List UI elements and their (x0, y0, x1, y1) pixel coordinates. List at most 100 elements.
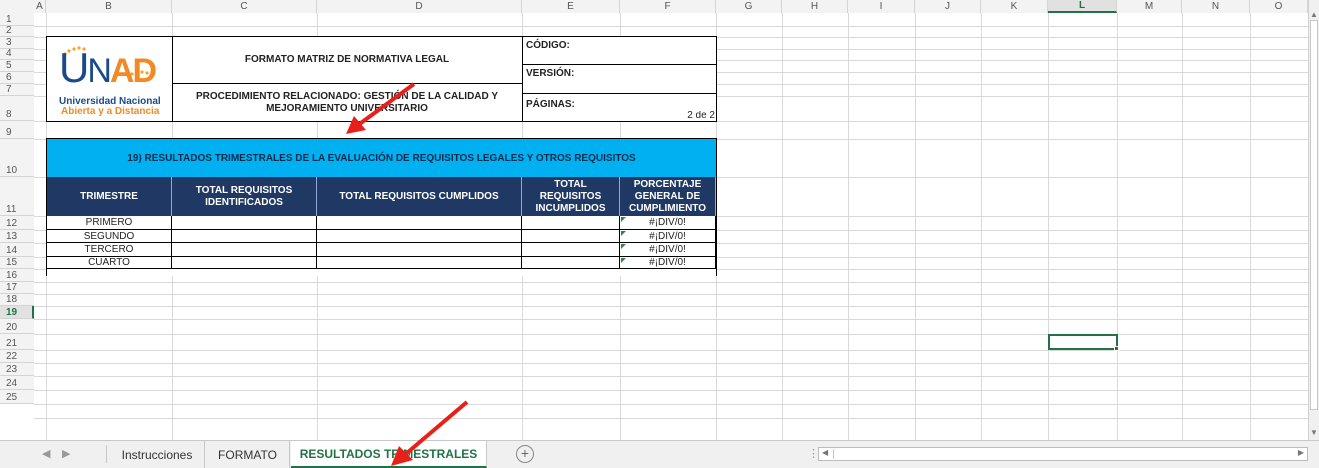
scroll-up-icon[interactable]: ▲ (1310, 10, 1318, 19)
scroll-thumb[interactable] (1310, 20, 1318, 410)
next-sheet-icon[interactable]: ▶ (62, 447, 70, 460)
row-header-16[interactable]: 16 (0, 269, 34, 282)
spreadsheet-grid[interactable]: ABCDEFGHIJKLMNO 1 2 3 4 5 6 7 8 9 10 11 12 13 14 15 16 1… (0, 0, 1319, 440)
column-header-g[interactable]: G (716, 0, 782, 13)
gridline-horizontal (34, 319, 1308, 320)
table-cell-r2-c4[interactable]: #¡DIV/0! (620, 243, 716, 257)
gridline-horizontal (34, 404, 1308, 405)
add-sheet-icon[interactable]: + (516, 445, 534, 463)
row-header-14[interactable]: 14 (0, 243, 34, 257)
table-cell-r2-c1[interactable] (172, 243, 317, 257)
select-all-corner[interactable] (0, 0, 34, 13)
gridline-horizontal (34, 376, 1308, 377)
row-header-13[interactable]: 13 (0, 230, 34, 243)
prev-sheet-icon[interactable]: ◀ (42, 447, 50, 460)
table-cell-r2-c0[interactable]: TERCERO (47, 243, 172, 257)
row-header-4[interactable]: 4 (0, 48, 34, 60)
table-cell-r2-c2[interactable] (317, 243, 522, 257)
row-header-12[interactable]: 12 (0, 216, 34, 230)
sheet-tab-bar: ◀ ▶ Instrucciones FORMATO RESULTADOS TRI… (0, 400, 1319, 468)
table-cell-r3-c4[interactable]: #¡DIV/0! (620, 257, 716, 269)
error-indicator-icon (621, 217, 626, 222)
logo-letters: UNAD (59, 44, 157, 91)
format-title: FORMATO MATRIZ DE NORMATIVA LEGAL (244, 54, 450, 65)
table-cell-r3-c2[interactable] (317, 257, 522, 269)
table-cell-r1-c4[interactable]: #¡DIV/0! (620, 230, 716, 243)
row-header-7[interactable]: 7 (0, 84, 34, 96)
table-cell-r3-c3[interactable] (522, 257, 620, 269)
table-cell-r1-c2[interactable] (317, 230, 522, 243)
row-header-6[interactable]: 6 (0, 72, 34, 84)
table-cell-r0-c1[interactable] (172, 216, 317, 230)
fill-handle[interactable] (1114, 346, 1119, 351)
row-header-8[interactable]: 8 (0, 96, 34, 121)
table-cell-r0-c4[interactable]: #¡DIV/0! (620, 216, 716, 230)
gridline-horizontal (34, 363, 1308, 364)
row-header-21[interactable]: 21 (0, 334, 34, 350)
column-header-f[interactable]: F (620, 0, 716, 13)
row-header-10[interactable]: 10 (0, 139, 34, 177)
selected-cell-L19[interactable] (1048, 334, 1118, 350)
scroll-right-icon[interactable]: ▶ (1298, 448, 1304, 457)
table-cell-r2-c3[interactable] (522, 243, 620, 257)
tab-instrucciones[interactable]: Instrucciones (110, 441, 205, 468)
pages-label: PÁGINAS: (526, 99, 575, 110)
pages-value: 2 de 2 (687, 111, 715, 121)
column-header-n[interactable]: N (1182, 0, 1250, 13)
gridline-horizontal (34, 26, 1308, 27)
gridline-horizontal (34, 418, 1308, 419)
table-cell-r0-c3[interactable] (522, 216, 620, 230)
row-header-22[interactable]: 22 (0, 350, 34, 363)
unad-logo: UNAD Universidad Nacional Abierta y a Di… (47, 37, 172, 121)
row-header-17[interactable]: 17 (0, 282, 34, 294)
table-cell-r0-c0[interactable]: PRIMERO (47, 216, 172, 230)
scroll-down-icon[interactable]: ▼ (1310, 428, 1318, 437)
column-header-l[interactable]: L (1048, 0, 1117, 13)
row-header-5[interactable]: 5 (0, 60, 34, 72)
gridline-horizontal (34, 294, 1308, 295)
row-header-18[interactable]: 18 (0, 294, 34, 306)
column-header-i[interactable]: I (848, 0, 915, 13)
column-header-a[interactable]: A (34, 0, 46, 13)
code-label: CÓDIGO: (526, 40, 570, 51)
table-cell-r1-c0[interactable]: SEGUNDO (47, 230, 172, 243)
row-header-20[interactable]: 20 (0, 319, 34, 334)
column-header-k[interactable]: K (981, 0, 1048, 13)
row-header-23[interactable]: 23 (0, 363, 34, 376)
tab-resultados-trimestrales[interactable]: RESULTADOS TRIMESTRALES (291, 441, 487, 468)
column-header-c[interactable]: C (172, 0, 317, 13)
column-header-h[interactable]: H (782, 0, 848, 13)
logo-line2: Abierta y a Distancia (61, 106, 160, 117)
scroll-left-icon[interactable]: ◀ (822, 448, 828, 457)
error-indicator-icon (621, 258, 626, 263)
table-cell-r3-c0[interactable]: CUARTO (47, 257, 172, 269)
procedure-title: PROCEDIMIENTO RELACIONADO: GESTIÓN DE LA… (195, 90, 499, 114)
column-header-b[interactable]: B (46, 0, 172, 13)
table-cell-r0-c2[interactable] (317, 216, 522, 230)
row-header-24[interactable]: 24 (0, 376, 34, 390)
row-header-2[interactable]: 2 (0, 25, 34, 37)
table-header-3: TOTAL REQUISITOS INCUMPLIDOS (522, 177, 620, 216)
table-cell-r1-c1[interactable] (172, 230, 317, 243)
tab-formato[interactable]: FORMATO (206, 441, 290, 468)
row-header-19[interactable]: 19 (0, 306, 34, 319)
table-header-0: TRIMESTRE (47, 177, 172, 216)
table-header-1: TOTAL REQUISITOS IDENTIFICADOS (172, 177, 317, 216)
row-header-9[interactable]: 9 (0, 121, 34, 139)
row-header-15[interactable]: 15 (0, 257, 34, 269)
vertical-scrollbar[interactable]: ▲ ▼ (1308, 0, 1319, 440)
gridline-horizontal (34, 282, 1308, 283)
gridline-horizontal (34, 306, 1308, 307)
h-scroll-thumb[interactable] (833, 449, 1293, 459)
column-header-e[interactable]: E (522, 0, 620, 13)
column-header-d[interactable]: D (317, 0, 522, 13)
row-header-11[interactable]: 11 (0, 177, 34, 216)
column-header-j[interactable]: J (915, 0, 981, 13)
row-header-25[interactable]: 25 (0, 390, 34, 404)
column-header-m[interactable]: M (1117, 0, 1182, 13)
error-indicator-icon (621, 244, 626, 249)
column-header-o[interactable]: O (1250, 0, 1308, 13)
table-cell-r3-c1[interactable] (172, 257, 317, 269)
table-cell-r1-c3[interactable] (522, 230, 620, 243)
horizontal-scrollbar[interactable]: ◀ ▶ (818, 447, 1308, 461)
